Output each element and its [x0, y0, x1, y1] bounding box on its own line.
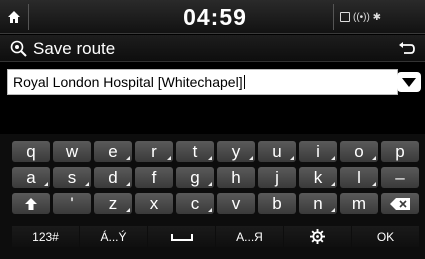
alternate-chars-indicator: [331, 208, 335, 212]
space-bar-icon: [170, 233, 193, 241]
key-p[interactable]: p: [381, 141, 419, 162]
key-h[interactable]: h: [217, 167, 255, 188]
gear-icon: [310, 229, 325, 244]
chevron-down-icon: [402, 77, 416, 87]
key-g[interactable]: g: [176, 167, 214, 188]
alternate-chars-indicator: [249, 156, 253, 160]
key-l[interactable]: l: [340, 167, 378, 188]
key-t[interactable]: t: [176, 141, 214, 162]
home-button[interactable]: [0, 0, 28, 34]
key-a[interactable]: a: [12, 167, 50, 188]
backspace-icon: [390, 197, 410, 210]
alternate-chars-indicator: [167, 156, 171, 160]
alternate-chars-indicator: [44, 182, 48, 186]
alternate-chars-indicator: [85, 182, 89, 186]
status-indicators: ((•)) ✱: [340, 10, 422, 24]
alternate-chars-indicator: [208, 156, 212, 160]
status-bar: 04:59 ((•)) ✱: [0, 0, 425, 34]
search-icon: [10, 40, 27, 57]
back-button[interactable]: [392, 36, 422, 61]
key-o[interactable]: o: [340, 141, 378, 162]
phone-icon: [340, 12, 350, 22]
key-r[interactable]: r: [135, 141, 173, 162]
key-j[interactable]: j: [258, 167, 296, 188]
alternate-chars-indicator: [331, 156, 335, 160]
page-title: Save route: [33, 39, 116, 58]
text-caret: [243, 75, 245, 89]
key-c[interactable]: c: [176, 193, 214, 214]
key-i[interactable]: i: [299, 141, 337, 162]
key-y[interactable]: y: [217, 141, 255, 162]
key-n[interactable]: n: [299, 193, 337, 214]
alternate-chars-indicator: [208, 208, 212, 212]
keyboard: q w e r t y u i o p a s d f g h j k l – …: [0, 134, 425, 259]
home-icon: [8, 11, 20, 23]
key-e[interactable]: e: [94, 141, 132, 162]
accents-key[interactable]: Á...Ý: [80, 226, 147, 247]
key-q[interactable]: q: [12, 141, 50, 162]
key-v[interactable]: v: [217, 193, 255, 214]
title-bar: Save route: [0, 35, 425, 62]
key-dash[interactable]: –: [381, 167, 419, 188]
status-indicator-text: ((•)) ✱: [353, 11, 381, 23]
settings-key[interactable]: [284, 226, 351, 247]
alternate-chars-indicator: [126, 208, 130, 212]
key-m[interactable]: m: [340, 193, 378, 214]
alternate-chars-indicator: [331, 182, 335, 186]
suggestions-dropdown-button[interactable]: [397, 72, 421, 92]
divider: [28, 4, 29, 30]
key-d[interactable]: d: [94, 167, 132, 188]
back-arrow-icon: [399, 41, 415, 54]
key-f[interactable]: f: [135, 167, 173, 188]
key-apostrophe[interactable]: ': [53, 193, 91, 214]
key-w[interactable]: w: [53, 141, 91, 162]
key-x[interactable]: x: [135, 193, 173, 214]
alternate-chars-indicator: [372, 156, 376, 160]
shift-key[interactable]: [12, 193, 50, 214]
route-name-value: Royal London Hospital [Whitechapel]: [13, 74, 243, 90]
space-key[interactable]: [148, 226, 215, 247]
alternate-chars-indicator: [126, 156, 130, 160]
alternate-chars-indicator: [290, 156, 294, 160]
divider: [333, 4, 334, 30]
alternate-chars-indicator: [372, 182, 376, 186]
backspace-key[interactable]: [381, 193, 419, 214]
shift-arrow-icon: [25, 197, 37, 210]
cyrillic-key[interactable]: А...Я: [216, 226, 283, 247]
key-s[interactable]: s: [53, 167, 91, 188]
alternate-chars-indicator: [126, 182, 130, 186]
clock: 04:59: [183, 4, 247, 30]
route-name-input[interactable]: Royal London Hospital [Whitechapel]: [7, 69, 398, 95]
key-b[interactable]: b: [258, 193, 296, 214]
key-u[interactable]: u: [258, 141, 296, 162]
ok-key[interactable]: OK: [352, 226, 419, 247]
mode-123-key[interactable]: 123#: [12, 226, 79, 247]
key-z[interactable]: z: [94, 193, 132, 214]
alternate-chars-indicator: [208, 182, 212, 186]
key-k[interactable]: k: [299, 167, 337, 188]
